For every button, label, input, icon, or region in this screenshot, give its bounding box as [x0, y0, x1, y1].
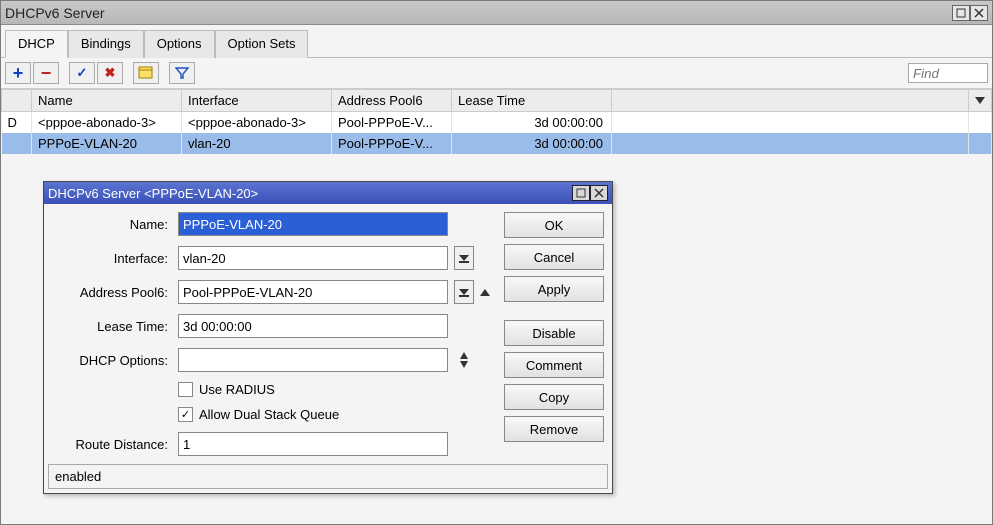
funnel-icon — [175, 66, 189, 80]
ok-button[interactable]: OK — [504, 212, 604, 238]
window-title: DHCPv6 Server — [5, 5, 952, 21]
tab-bindings[interactable]: Bindings — [68, 30, 144, 58]
apply-button[interactable]: Apply — [504, 276, 604, 302]
copy-button[interactable]: Copy — [504, 384, 604, 410]
row-name: PPPoE-VLAN-20 — [32, 133, 182, 154]
add-button[interactable]: + — [5, 62, 31, 84]
plus-icon: + — [13, 63, 24, 84]
column-flag[interactable] — [2, 90, 32, 112]
row-pool: Pool-PPPoE-V... — [332, 133, 452, 154]
chevron-down-icon — [459, 287, 469, 297]
options-field[interactable] — [178, 348, 448, 372]
column-interface[interactable]: Interface — [182, 90, 332, 112]
minimize-icon — [956, 8, 966, 18]
dialog-titlebar[interactable]: DHCPv6 Server <PPPoE-VLAN-20> — [44, 182, 612, 204]
pool-collapse[interactable] — [480, 289, 494, 296]
pool-label: Address Pool6: — [52, 285, 172, 300]
column-lease[interactable]: Lease Time — [452, 90, 612, 112]
table-row[interactable]: PPPoE-VLAN-20 vlan-20 Pool-PPPoE-V... 3d… — [2, 133, 992, 154]
interface-field[interactable] — [178, 246, 448, 270]
dialog-minimize-button[interactable] — [572, 185, 590, 201]
use-radius-row[interactable]: Use RADIUS — [178, 382, 494, 397]
interface-label: Interface: — [52, 251, 172, 266]
dialog-side-buttons: OK Cancel Apply Disable Comment Copy Rem… — [504, 212, 604, 456]
pool-dropdown[interactable] — [454, 280, 474, 304]
dialog-status: enabled — [48, 464, 608, 489]
row-interface: vlan-20 — [182, 133, 332, 154]
route-dist-label: Route Distance: — [52, 437, 172, 452]
row-lease: 3d 00:00:00 — [452, 133, 612, 154]
x-icon: ✖ — [105, 65, 116, 81]
column-menu-button[interactable] — [969, 90, 992, 112]
allow-dual-checkbox[interactable]: ✓ — [178, 407, 193, 422]
row-interface: <pppoe-abonado-3> — [182, 112, 332, 134]
comment-button[interactable]: Comment — [504, 352, 604, 378]
dialog-title-buttons — [572, 185, 608, 201]
close-icon — [594, 188, 604, 198]
check-icon: ✓ — [77, 65, 88, 81]
tab-bar: DHCP Bindings Options Option Sets — [1, 25, 992, 58]
remove-button[interactable]: Remove — [504, 416, 604, 442]
titlebar: DHCPv6 Server — [1, 1, 992, 25]
use-radius-checkbox[interactable] — [178, 382, 193, 397]
lease-label: Lease Time: — [52, 319, 172, 334]
column-pool[interactable]: Address Pool6 — [332, 90, 452, 112]
find-input[interactable] — [908, 63, 988, 83]
server-table: Name Interface Address Pool6 Lease Time … — [1, 89, 992, 154]
comment-button[interactable] — [133, 62, 159, 84]
tab-option-sets[interactable]: Option Sets — [215, 30, 309, 58]
route-dist-field[interactable] — [178, 432, 448, 456]
disable-button[interactable]: Disable — [504, 320, 604, 346]
options-label: DHCP Options: — [52, 353, 172, 368]
tab-dhcp[interactable]: DHCP — [5, 30, 68, 58]
use-radius-label: Use RADIUS — [199, 382, 275, 397]
chevron-down-icon — [459, 253, 469, 263]
row-pool: Pool-PPPoE-V... — [332, 112, 452, 134]
name-label: Name: — [52, 217, 172, 232]
arrow-up-icon — [460, 352, 468, 359]
dialog-close-button[interactable] — [590, 185, 608, 201]
edit-dialog: DHCPv6 Server <PPPoE-VLAN-20> Name: Inte… — [43, 181, 613, 494]
minimize-icon — [576, 188, 586, 198]
tab-options[interactable]: Options — [144, 30, 215, 58]
close-icon — [974, 8, 984, 18]
row-lease: 3d 00:00:00 — [452, 112, 612, 134]
remove-button[interactable]: − — [33, 62, 59, 84]
minus-icon: − — [41, 63, 52, 84]
pool-field[interactable] — [178, 280, 448, 304]
cancel-button[interactable]: Cancel — [504, 244, 604, 270]
name-field[interactable] — [178, 212, 448, 236]
close-button[interactable] — [970, 5, 988, 21]
allow-dual-row[interactable]: ✓ Allow Dual Stack Queue — [178, 407, 494, 422]
dialog-body: Name: Interface: Address Pool6: Lease Ti… — [44, 204, 612, 464]
row-flag — [2, 133, 32, 154]
disable-button[interactable]: ✖ — [97, 62, 123, 84]
table-row[interactable]: D <pppoe-abonado-3> <pppoe-abonado-3> Po… — [2, 112, 992, 134]
row-name: <pppoe-abonado-3> — [32, 112, 182, 134]
filter-button[interactable] — [169, 62, 195, 84]
dialog-title: DHCPv6 Server <PPPoE-VLAN-20> — [48, 186, 258, 201]
enable-button[interactable]: ✓ — [69, 62, 95, 84]
column-name[interactable]: Name — [32, 90, 182, 112]
main-window: DHCPv6 Server DHCP Bindings Options Opti… — [0, 0, 993, 525]
arrow-down-icon — [460, 361, 468, 368]
minimize-button[interactable] — [952, 5, 970, 21]
row-flag: D — [2, 112, 32, 134]
options-updown[interactable] — [454, 352, 474, 368]
column-spacer — [612, 90, 969, 112]
interface-dropdown[interactable] — [454, 246, 474, 270]
dialog-form: Name: Interface: Address Pool6: Lease Ti… — [52, 212, 494, 456]
toolbar: + − ✓ ✖ — [1, 58, 992, 89]
comment-icon — [138, 66, 154, 80]
allow-dual-label: Allow Dual Stack Queue — [199, 407, 339, 422]
lease-field[interactable] — [178, 314, 448, 338]
titlebar-buttons — [952, 5, 988, 21]
